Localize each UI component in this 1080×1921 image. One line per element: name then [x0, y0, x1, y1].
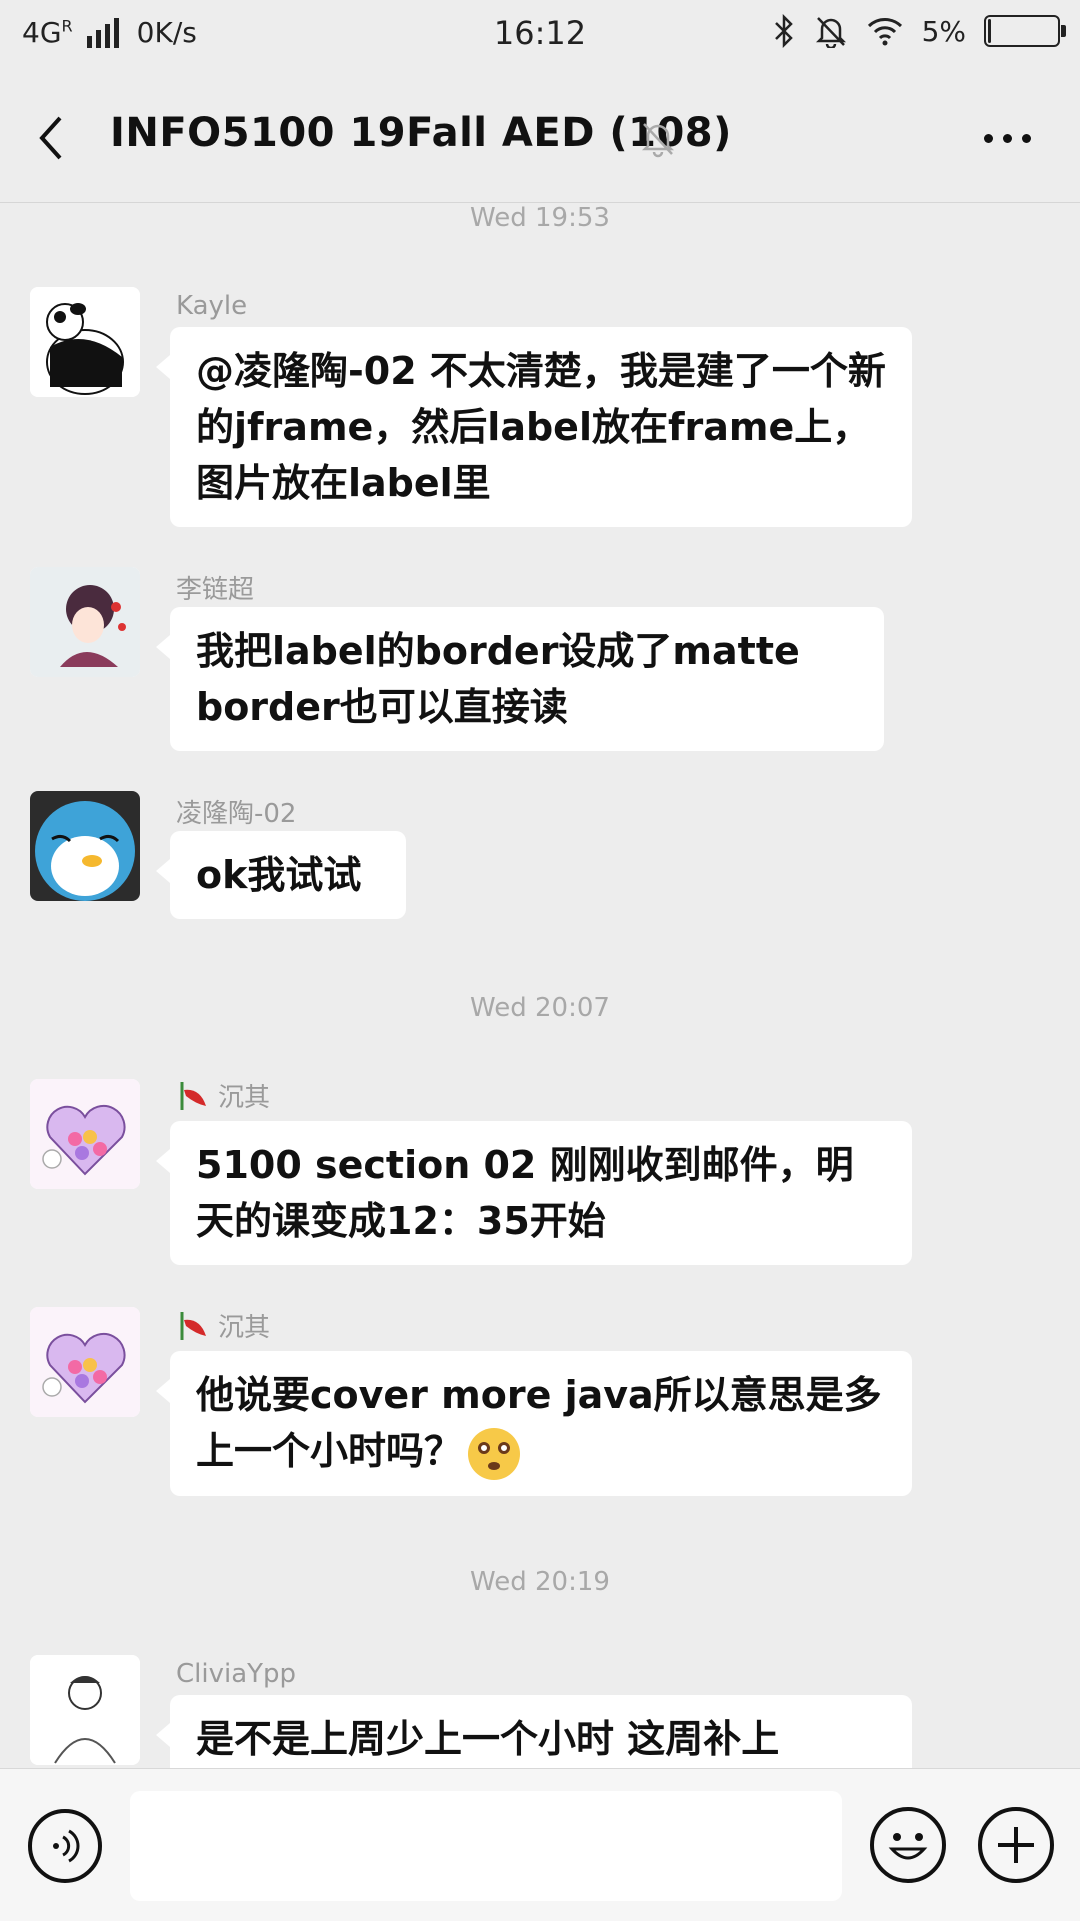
emoji-button[interactable] [870, 1807, 946, 1883]
message-bubble[interactable]: ok我试试 [156, 831, 406, 919]
message-bubble[interactable]: 我把label的border设成了matte border也可以直接读 [156, 607, 884, 751]
penguin-avatar-icon [30, 791, 140, 901]
chili-pepper-icon [180, 1311, 206, 1340]
status-bar: 4GR 0K/s 16:12 5% [0, 0, 1080, 70]
voice-icon [53, 1829, 80, 1863]
message-bubble[interactable]: @凌隆陶-02 不太清楚，我是建了一个新的jframe，然后label放在fra… [156, 327, 912, 527]
message-text: 他说要cover more java所以意思是多上一个小时吗？ [196, 1373, 882, 1473]
timestamp: Wed 20:19 [470, 1567, 610, 1597]
input-bar [0, 1768, 1080, 1921]
voice-input-button[interactable] [28, 1809, 102, 1883]
more-actions-button[interactable] [978, 1807, 1054, 1883]
avatar[interactable] [30, 287, 140, 397]
timestamp: Wed 19:53 [470, 203, 610, 233]
message-list[interactable]: Wed 19:53 Kayle @凌隆陶-02 不太清楚，我是建了一个新的jfr… [0, 203, 1080, 1768]
message-bubble[interactable]: 他说要cover more java所以意思是多上一个小时吗？ [156, 1351, 912, 1496]
sender-name: 凌隆陶-02 [176, 799, 297, 829]
avatar[interactable] [30, 791, 140, 901]
sender-name: 李链超 [176, 575, 255, 605]
heart-avatar-icon [30, 1079, 140, 1189]
avatar[interactable] [30, 1655, 140, 1765]
bluetooth-icon [774, 14, 793, 48]
panda-avatar-icon [30, 287, 140, 397]
battery-icon [984, 15, 1066, 47]
more-options-icon[interactable] [984, 120, 1040, 156]
sender-name: 沉其 [218, 1083, 271, 1113]
message-bubble[interactable]: 是不是上周少上一个小时 这周补上 [156, 1695, 912, 1768]
wifi-icon [867, 18, 902, 46]
flushed-face-emoji-icon [468, 1427, 521, 1480]
muted-bell-icon [641, 123, 675, 158]
avatar[interactable] [30, 1307, 140, 1417]
message-input[interactable] [130, 1791, 842, 1901]
plus-icon [998, 1827, 1034, 1863]
back-arrow-icon[interactable] [30, 110, 80, 166]
heart-avatar-icon [30, 1307, 140, 1417]
avatar[interactable] [30, 567, 140, 677]
battery-percent: 5% [921, 14, 966, 48]
sender-row: 沉其 [176, 1077, 270, 1114]
status-right: 5% [772, 14, 1066, 48]
person-sketch-avatar-icon [30, 1655, 140, 1765]
smiley-icon [888, 1833, 928, 1860]
chili-pepper-icon [180, 1081, 206, 1110]
anime-avatar-icon [30, 567, 140, 677]
sender-name: 沉其 [218, 1313, 271, 1343]
timestamp: Wed 20:07 [470, 993, 610, 1023]
mute-bell-icon [815, 17, 846, 48]
sender-name: CliviaYpp [176, 1659, 297, 1689]
sender-name: Kayle [176, 291, 248, 321]
chat-header: INFO5100 19Fall AED (108) [0, 70, 1080, 203]
avatar[interactable] [30, 1079, 140, 1189]
message-bubble[interactable]: 5100 section 02 刚刚收到邮件，明天的课变成12：35开始 [156, 1121, 912, 1265]
sender-row: 沉其 [176, 1307, 270, 1344]
